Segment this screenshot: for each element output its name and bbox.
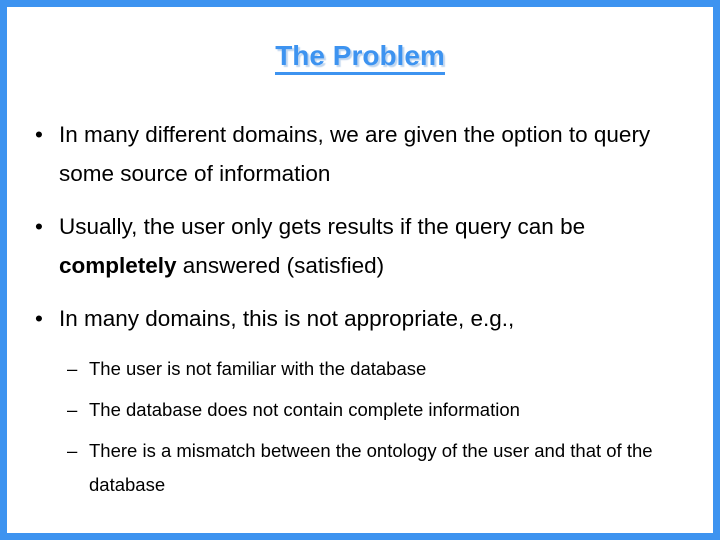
- page-title: The Problem: [7, 42, 713, 75]
- dash-marker-icon: –: [67, 440, 78, 461]
- dash-marker-icon: –: [67, 358, 78, 379]
- sub-bullet-item-3: – There is a mismatch between the ontolo…: [21, 434, 699, 502]
- bullet-item-1-text-main: In many different domains, we are given …: [59, 122, 651, 186]
- bullet-marker-icon: •: [35, 122, 43, 147]
- sub-bullet-item-2-text: The database does not contain complete i…: [89, 399, 520, 420]
- sub-bullet-item-1: – The user is not familiar with the data…: [21, 352, 699, 386]
- bullet-item-3-text: In many domains, this is not appropriate…: [59, 299, 699, 338]
- bullet-item-1-text: In many different domains, we are given …: [59, 115, 699, 193]
- bullet-item-2-text: Usually, the user only gets results if t…: [59, 207, 699, 285]
- bullet-item-2: • Usually, the user only gets results if…: [21, 207, 699, 285]
- dash-marker-icon: –: [67, 399, 78, 420]
- bullet-item-2-text-tail: answered (satisfied): [176, 253, 385, 278]
- sub-bullet-item-2: – The database does not contain complete…: [21, 393, 699, 427]
- bullet-marker-icon: •: [35, 306, 43, 331]
- sub-bullet-item-1-text: The user is not familiar with the databa…: [89, 358, 427, 379]
- slide-container: The Problem • In many different domains,…: [0, 0, 720, 540]
- slide-canvas: The Problem • In many different domains,…: [7, 7, 713, 533]
- bullet-item-2-emphasis: completely: [59, 253, 177, 278]
- bullet-item-2-text-lead: Usually, the user only gets results if t…: [59, 214, 586, 239]
- bullet-item-3-text-main: In many domains, this is not appropriate…: [59, 306, 515, 331]
- sub-bullet-list: – The user is not familiar with the data…: [21, 352, 699, 502]
- sub-bullet-item-3-text: There is a mismatch between the ontology…: [89, 440, 653, 495]
- bullet-item-3: • In many domains, this is not appropria…: [21, 299, 699, 338]
- slide-body: • In many different domains, we are give…: [21, 115, 699, 509]
- page-title-text: The Problem: [275, 42, 445, 75]
- bullet-item-1: • In many different domains, we are give…: [21, 115, 699, 193]
- bullet-marker-icon: •: [35, 214, 43, 239]
